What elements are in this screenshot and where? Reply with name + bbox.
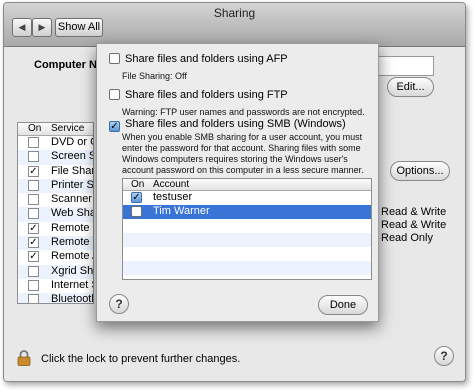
service-label: Remote Ma bbox=[51, 236, 93, 249]
smb-checkbox[interactable]: ✓ bbox=[109, 121, 120, 132]
ftp-label: Share files and folders using FTP bbox=[125, 89, 288, 101]
afp-option[interactable]: Share files and folders using AFP bbox=[109, 53, 288, 67]
empty-row bbox=[123, 247, 371, 261]
computer-name-field[interactable] bbox=[374, 56, 434, 76]
service-checkbox[interactable] bbox=[28, 208, 39, 220]
service-label: File Sharing bbox=[51, 164, 93, 177]
sheet-help-button[interactable]: ? bbox=[109, 294, 129, 314]
services-list-header: On Service bbox=[18, 123, 93, 136]
account-name: Tim Warner bbox=[153, 205, 210, 217]
smb-label: Share files and folders using SMB (Windo… bbox=[125, 118, 346, 130]
permission-label[interactable]: Read Only bbox=[381, 232, 433, 244]
service-checkbox[interactable]: ✓ bbox=[28, 165, 39, 177]
service-checkbox[interactable] bbox=[28, 194, 39, 206]
service-checkbox[interactable] bbox=[28, 137, 39, 148]
service-row[interactable]: DVD or CD bbox=[18, 136, 93, 150]
edit-button[interactable]: Edit... bbox=[387, 77, 434, 97]
account-checkbox[interactable]: ✓ bbox=[131, 192, 142, 203]
service-column-header[interactable]: Service bbox=[51, 123, 84, 134]
computer-name-label: Computer Na bbox=[34, 59, 104, 71]
lock-message: Click the lock to prevent further change… bbox=[41, 353, 241, 365]
service-checkbox[interactable] bbox=[28, 151, 39, 163]
service-label: Remote Ap bbox=[51, 250, 93, 263]
service-checkbox[interactable]: ✓ bbox=[28, 251, 39, 263]
empty-row bbox=[123, 261, 371, 275]
on-column-header[interactable]: On bbox=[28, 123, 41, 134]
back-button[interactable]: ◀ bbox=[12, 18, 32, 37]
smb-option[interactable]: ✓ Share files and folders using SMB (Wind… bbox=[109, 118, 346, 132]
service-checkbox[interactable]: ✓ bbox=[28, 222, 39, 234]
file-sharing-options-sheet: Share files and folders using AFP File S… bbox=[96, 43, 379, 322]
smb-info-text: When you enable SMB sharing for a user a… bbox=[122, 132, 364, 175]
service-checkbox[interactable] bbox=[28, 179, 39, 191]
afp-label: Share files and folders using AFP bbox=[125, 53, 288, 65]
service-checkbox[interactable] bbox=[28, 279, 39, 291]
service-label: Internet Sh bbox=[51, 278, 93, 291]
service-label: Screen Sha bbox=[51, 150, 93, 163]
title-bar: Sharing ◀ ▶ Show All bbox=[4, 3, 465, 47]
service-label: DVD or CD bbox=[51, 136, 93, 148]
service-row[interactable]: Internet Sh bbox=[18, 279, 93, 293]
service-row[interactable]: Xgrid Sharir bbox=[18, 264, 94, 279]
ftp-warning: Warning: FTP user names and passwords ar… bbox=[122, 107, 365, 117]
help-button[interactable]: ? bbox=[434, 346, 454, 366]
empty-row bbox=[123, 219, 371, 233]
services-list: On Service DVD or CD Screen Sha ✓ File Shar… bbox=[17, 122, 94, 304]
on-column-header[interactable]: On bbox=[131, 179, 144, 190]
accounts-list-header: On Account bbox=[123, 179, 371, 191]
service-checkbox[interactable] bbox=[28, 265, 39, 277]
service-row[interactable]: Scanner Sh bbox=[18, 193, 93, 207]
account-column-header[interactable]: Account bbox=[153, 179, 189, 190]
account-row[interactable]: Tim Warner bbox=[123, 205, 371, 219]
permission-label[interactable]: Read & Write bbox=[381, 219, 446, 231]
ftp-option[interactable]: Share files and folders using FTP bbox=[109, 89, 288, 103]
service-label: Remote Lo bbox=[51, 221, 93, 234]
done-button[interactable]: Done bbox=[318, 295, 368, 315]
show-all-button[interactable]: Show All bbox=[55, 18, 103, 37]
service-label: Web Sharin bbox=[51, 207, 93, 220]
accounts-list: On Account ✓ testuser Tim Warner bbox=[122, 178, 372, 280]
service-row[interactable]: Printer Sha bbox=[18, 178, 94, 194]
options-button[interactable]: Options... bbox=[390, 161, 450, 181]
lock-icon[interactable] bbox=[17, 350, 31, 366]
service-label: Bluetooth S bbox=[51, 293, 94, 304]
empty-row bbox=[123, 233, 371, 247]
service-checkbox[interactable]: ✓ bbox=[28, 237, 39, 249]
account-row[interactable]: ✓ testuser bbox=[123, 191, 371, 205]
service-row[interactable]: ✓ Remote Ma bbox=[18, 236, 93, 251]
account-name: testuser bbox=[153, 191, 193, 203]
service-row[interactable]: Screen Sha bbox=[18, 150, 93, 165]
afp-status: File Sharing: Off bbox=[122, 71, 187, 81]
permission-label[interactable]: Read & Write bbox=[381, 206, 446, 218]
service-label: Printer Sha bbox=[51, 178, 94, 191]
service-checkbox[interactable] bbox=[28, 294, 39, 303]
service-row[interactable]: Bluetooth S bbox=[18, 293, 94, 304]
afp-checkbox[interactable] bbox=[109, 53, 120, 64]
forward-button[interactable]: ▶ bbox=[32, 18, 52, 37]
service-label: Scanner Sh bbox=[51, 193, 93, 206]
account-checkbox[interactable] bbox=[131, 206, 142, 217]
service-row[interactable]: ✓ Remote Lo bbox=[18, 222, 93, 236]
service-row[interactable]: ✓ File Sharing bbox=[18, 165, 93, 179]
sharing-window: Sharing ◀ ▶ Show All Computer Na Edit...… bbox=[3, 2, 466, 382]
service-row[interactable]: ✓ Remote Ap bbox=[18, 250, 93, 264]
service-label: Xgrid Sharir bbox=[51, 264, 94, 277]
service-row[interactable]: Web Sharin bbox=[18, 207, 93, 222]
ftp-checkbox[interactable] bbox=[109, 89, 120, 100]
